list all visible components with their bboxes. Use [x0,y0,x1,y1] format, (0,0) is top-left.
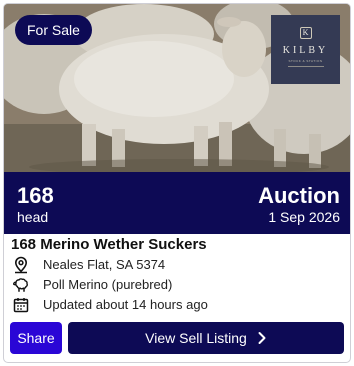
logo-divider [287,66,324,67]
calendar-icon [13,298,29,313]
view-sell-listing-button[interactable]: View Sell Listing [68,322,344,354]
sale-summary-band: 168 head Auction 1 Sep 2026 [4,172,350,234]
head-unit-label: head [17,209,49,225]
listing-card[interactable]: For Sale K KILBY STOCK & STATION 168 hea… [3,3,351,363]
logo-tagline: STOCK & STATION [288,59,323,63]
location-pin-icon [14,256,28,274]
listing-photo[interactable]: For Sale K KILBY STOCK & STATION [4,4,350,172]
updated-text: Updated about 14 hours ago [43,297,208,312]
sale-date: 1 Sep 2026 [268,209,340,225]
share-button[interactable]: Share [10,322,62,354]
logo-name: KILBY [282,45,329,56]
head-count: 168 [17,183,54,208]
sheep-icon [13,278,28,292]
agent-logo[interactable]: K KILBY STOCK & STATION [271,15,340,84]
location-text: Neales Flat, SA 5374 [43,257,166,272]
logo-mark: K [299,27,312,39]
sale-type: Auction [258,183,340,208]
breed-text: Poll Merino (purebred) [43,277,173,292]
for-sale-badge: For Sale [15,15,92,45]
listing-title: 168 Merino Wether Suckers [11,236,207,253]
chevron-right-icon [258,332,266,345]
view-sell-listing-label: View Sell Listing [145,330,247,346]
